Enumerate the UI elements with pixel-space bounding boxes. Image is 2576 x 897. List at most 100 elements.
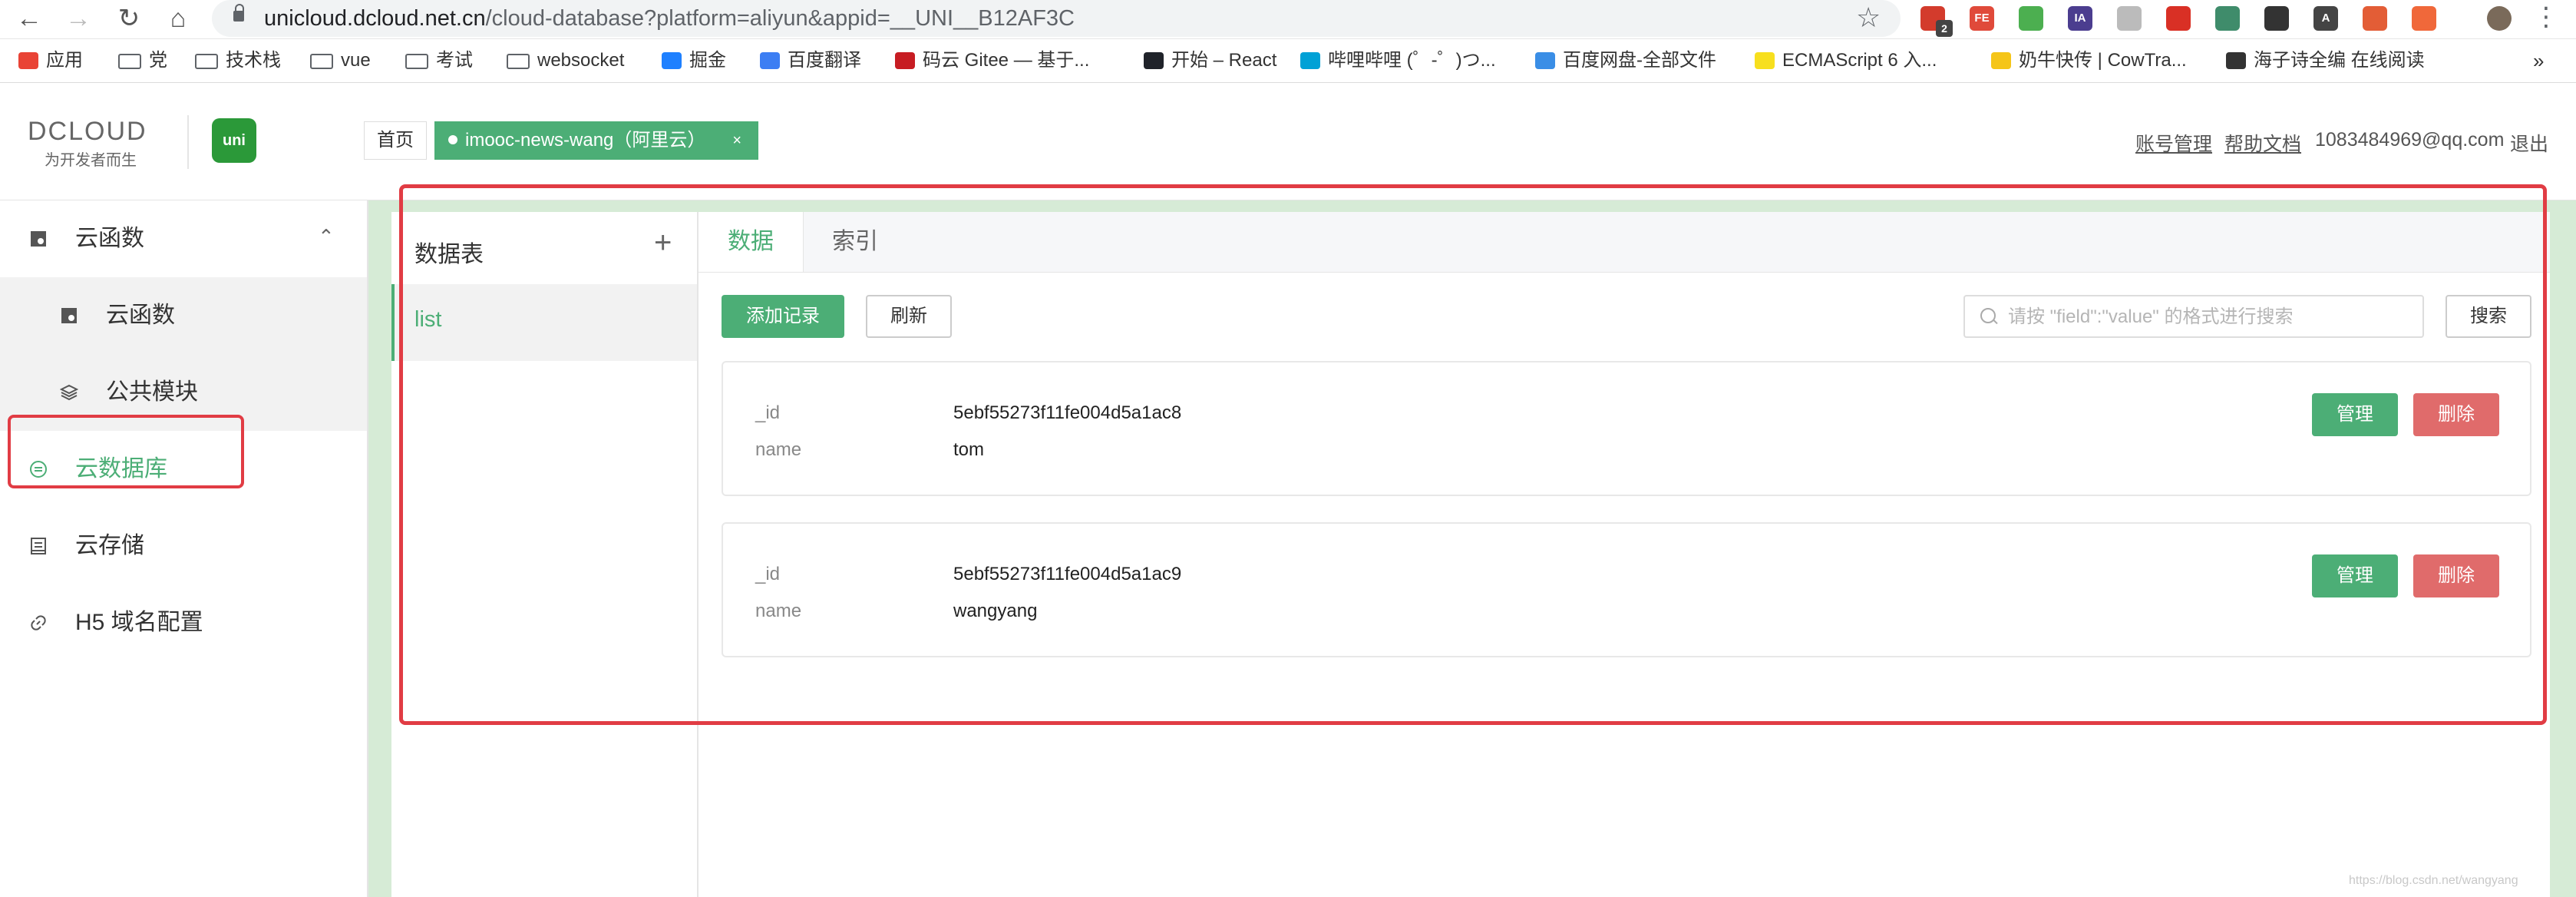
sidebar-item-h5-domain[interactable]: H5 域名配置 <box>0 584 367 661</box>
chevron-up-icon[interactable]: ⌃ <box>318 225 335 249</box>
help-docs-link[interactable]: 帮助文档 <box>2224 129 2301 157</box>
bookmark-item[interactable]: 开始 – React <box>1144 48 1276 73</box>
bookmark-label: 党 <box>149 50 167 71</box>
bookmark-label: 考试 <box>436 50 473 71</box>
bookmark-item[interactable]: 掘金 <box>662 48 726 73</box>
ext-green-leaf-icon[interactable] <box>2019 6 2043 31</box>
storage-icon <box>31 538 46 554</box>
tab-home[interactable]: 首页 <box>364 121 427 160</box>
close-icon[interactable]: × <box>732 121 741 160</box>
bookmark-item[interactable]: websocket <box>507 48 624 73</box>
sidebar-item-label: 云函数 <box>106 303 175 328</box>
highlight-box-main <box>399 184 2547 725</box>
url-host: unicloud.dcloud.net.cn <box>264 6 486 31</box>
bookmark-label: 百度翻译 <box>788 50 861 71</box>
bookmark-item[interactable]: 应用 <box>18 48 83 73</box>
url-path: /cloud-database?platform=aliyun&appid=__… <box>485 6 1075 31</box>
bookmark-label: ECMAScript 6 入... <box>1782 50 1937 71</box>
ext-vue-icon[interactable] <box>2215 6 2240 31</box>
bookmark-label: 技术栈 <box>226 50 281 71</box>
dcloud-logo[interactable]: DCLOUD <box>28 117 147 147</box>
bookmark-item[interactable]: 海子诗全编 在线阅读 <box>2226 48 2425 73</box>
ext-fe-icon[interactable]: FE <box>1970 6 1994 31</box>
cowtransfer-icon <box>1991 52 2011 69</box>
sidebar-item-label: 云存储 <box>75 533 144 558</box>
ext-stop-icon[interactable] <box>2166 6 2191 31</box>
bookmark-label: 哔哩哔哩 (゜-゜)つ... <box>1328 50 1496 71</box>
bookmark-item[interactable]: vue <box>310 48 371 73</box>
sidebar-item-cloud-storage[interactable]: 云存储 <box>0 508 367 584</box>
apps-grid-icon <box>18 52 38 69</box>
sidebar-item-cloud-functions-group[interactable]: 云函数 ⌃ <box>0 200 367 277</box>
bookmark-item[interactable]: 码云 Gitee — 基于... <box>895 48 1089 73</box>
bookmark-item[interactable]: 奶牛快传 | CowTra... <box>1991 48 2187 73</box>
ext-a-icon[interactable]: A <box>2313 6 2338 31</box>
sidebar-item-cloud-functions[interactable]: 云函数 <box>0 277 367 354</box>
ext-mask-icon[interactable] <box>2264 6 2289 31</box>
bilibili-icon <box>1300 52 1320 69</box>
logo-subtitle: 为开发者而生 <box>45 152 137 169</box>
bookmark-item[interactable]: 百度网盘-全部文件 <box>1535 48 1716 73</box>
baidu-netdisk-icon <box>1535 52 1555 69</box>
home-icon[interactable]: ⌂ <box>163 3 193 34</box>
tab-dot-icon <box>448 135 457 144</box>
gitee-icon <box>895 52 915 69</box>
bookmark-label: 百度网盘-全部文件 <box>1563 50 1716 71</box>
cloud-function-icon <box>61 308 77 323</box>
browser-menu-icon[interactable]: ⋮ <box>2533 2 2559 32</box>
bookmark-label: vue <box>341 50 371 71</box>
bookmark-item[interactable]: 百度翻译 <box>760 48 861 73</box>
tab-project-label: imooc-news-wang（阿里云） <box>465 130 706 151</box>
folder-icon <box>195 54 218 69</box>
reload-icon[interactable]: ↻ <box>114 3 144 34</box>
logout-link[interactable]: 退出 <box>2510 129 2548 157</box>
lock-icon[interactable] <box>233 4 244 22</box>
browser-toolbar: ← → ↻ ⌂ unicloud.dcloud.net.cn/cloud-dat… <box>0 0 2576 39</box>
folder-icon <box>310 54 333 69</box>
bookmark-label: websocket <box>537 50 625 71</box>
layers-icon <box>60 384 78 401</box>
cloud-function-icon <box>31 231 46 247</box>
link-icon <box>31 615 46 631</box>
bookmark-item[interactable]: 哔哩哔哩 (゜-゜)つ... <box>1300 48 1496 73</box>
header-divider <box>187 115 189 169</box>
watermark: https://blog.csdn.net/wangyang <box>2349 874 2518 887</box>
profile-avatar[interactable] <box>2487 6 2512 31</box>
ext-orange-icon[interactable] <box>2412 6 2436 31</box>
bookmark-item[interactable]: 考试 <box>405 48 473 73</box>
url-text[interactable]: unicloud.dcloud.net.cn/cloud-database?pl… <box>264 5 1075 32</box>
highlight-box-sidebar <box>8 415 244 488</box>
ext-person-icon[interactable] <box>2363 6 2387 31</box>
bookmark-label: 奶牛快传 | CowTra... <box>2019 50 2187 71</box>
uni-logo-icon[interactable]: uni <box>212 118 256 163</box>
es-icon <box>1755 52 1775 69</box>
bookmark-label: 海子诗全编 在线阅读 <box>2254 50 2425 71</box>
bookmarks-bar: 应用 党 技术栈 vue 考试 websocket 掘金 百度翻译 码云 Gitee — 基于.… <box>0 39 2576 83</box>
baidu-translate-icon <box>760 52 780 69</box>
bookmark-item[interactable]: 技术栈 <box>195 48 281 73</box>
bookmarks-overflow-icon[interactable]: » <box>2533 48 2544 73</box>
bookmark-item[interactable]: 党 <box>118 48 167 73</box>
book-icon <box>2226 52 2246 69</box>
sidebar-item-label: H5 域名配置 <box>75 610 203 635</box>
extension-badge: 2 <box>1936 20 1953 37</box>
bookmark-label: 码云 Gitee — 基于... <box>923 50 1090 71</box>
user-email: 1083484969@qq.com <box>2315 129 2505 151</box>
account-manage-link[interactable]: 账号管理 <box>2135 129 2212 157</box>
sidebar-item-label: 公共模块 <box>106 379 198 405</box>
forward-icon[interactable]: → <box>63 3 94 34</box>
bookmark-item[interactable]: ECMAScript 6 入... <box>1755 48 1937 73</box>
folder-icon <box>405 54 428 69</box>
ext-react-icon[interactable] <box>2117 6 2142 31</box>
sidebar: 云函数 ⌃ 云函数 公共模块 云数据库 云存储 H5 域名配置 <box>0 200 368 897</box>
bookmark-label: 开始 – React <box>1171 50 1277 71</box>
bookmark-star-icon[interactable]: ☆ <box>1856 2 1881 34</box>
bookmark-label: 应用 <box>46 50 83 71</box>
juejin-icon <box>662 52 682 69</box>
bookmark-label: 掘金 <box>689 50 726 71</box>
ext-ia-icon[interactable]: IA <box>2068 6 2092 31</box>
tab-project[interactable]: imooc-news-wang（阿里云） × <box>434 121 758 160</box>
react-icon <box>1144 52 1164 69</box>
back-icon[interactable]: ← <box>14 3 45 34</box>
sidebar-item-label: 云函数 <box>75 226 144 251</box>
